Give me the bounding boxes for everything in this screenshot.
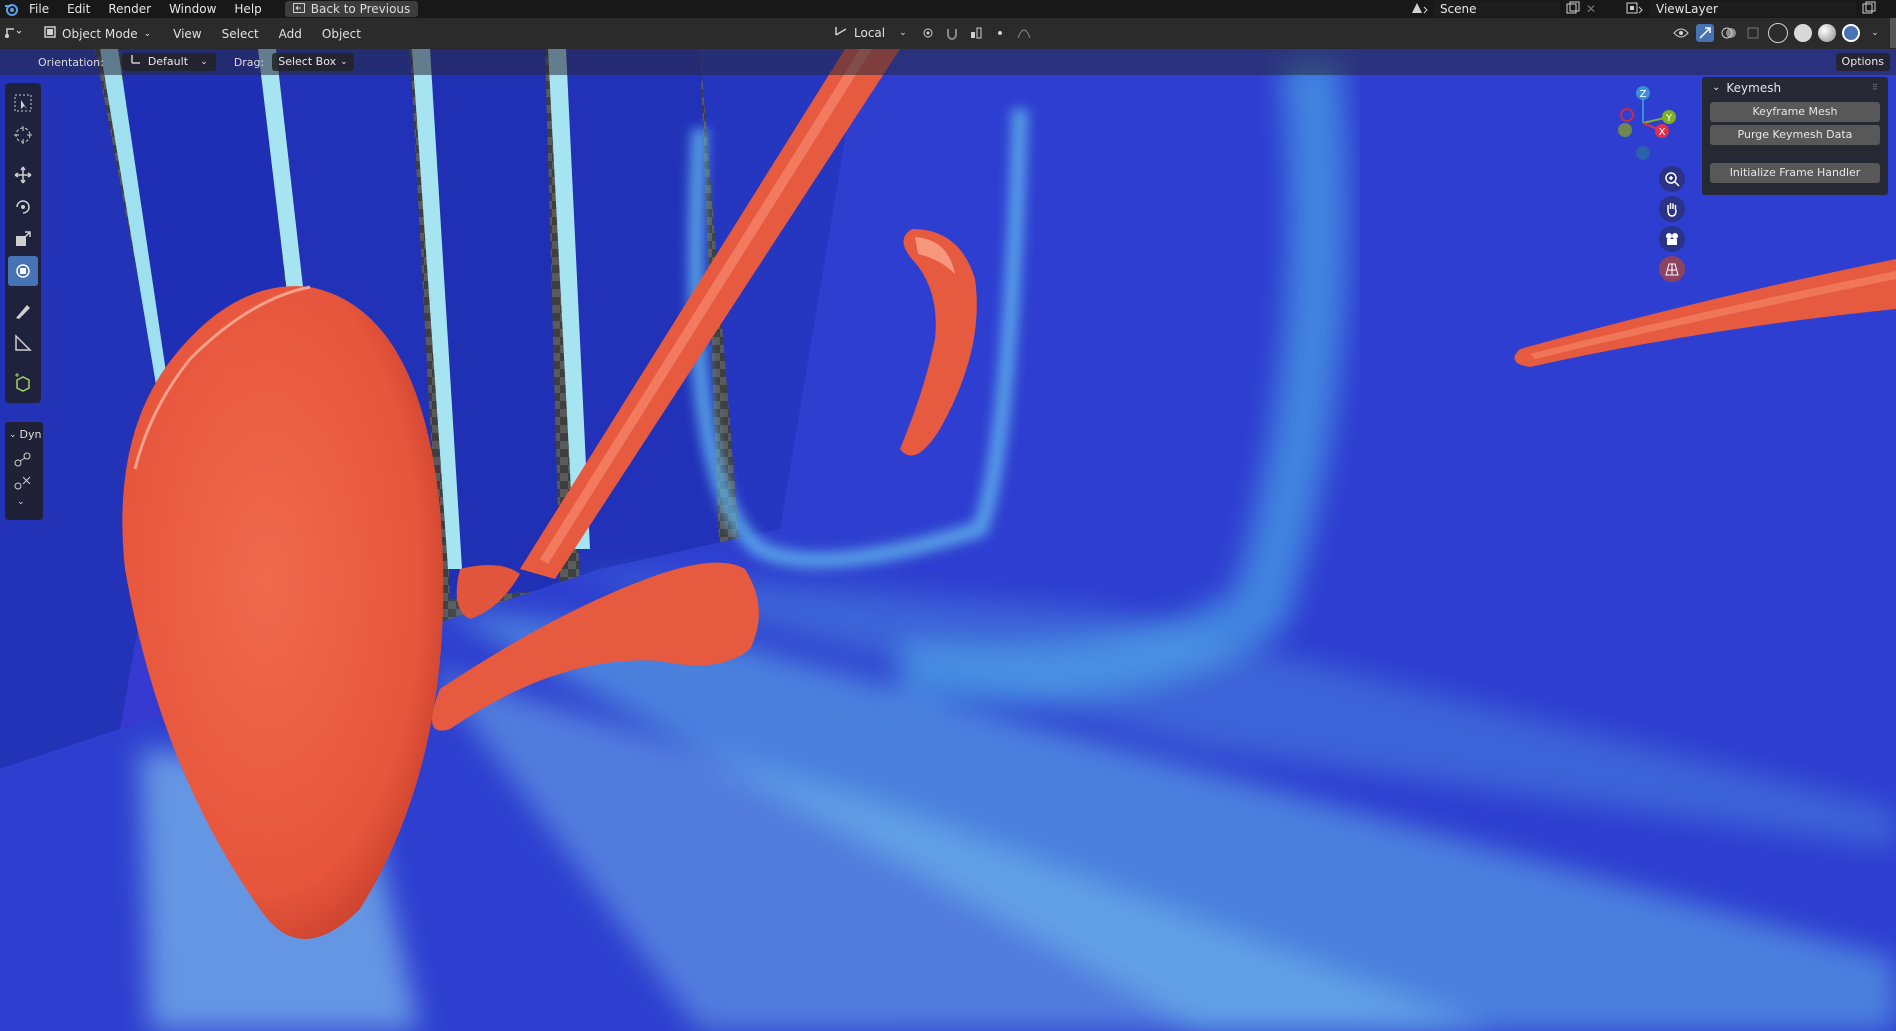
menu-object[interactable]: Object xyxy=(312,23,371,45)
menu-render[interactable]: Render xyxy=(99,0,160,18)
transform-space-label: Local xyxy=(854,26,886,40)
viewport-display-tools: ⌄ xyxy=(1672,23,1884,43)
chevron-down-icon: ⌄ xyxy=(200,57,208,67)
chevron-down-icon: ⌄ xyxy=(9,429,17,440)
transform-orientation-dropdown[interactable]: Local ⌄ xyxy=(828,23,913,43)
falloff-icon[interactable] xyxy=(1015,24,1033,42)
transform-tools: Local ⌄ xyxy=(828,23,1033,43)
local-axes-icon xyxy=(834,23,848,43)
move-tool[interactable] xyxy=(8,160,38,190)
keymesh-panel-header[interactable]: ⌄ Keymesh xyxy=(1702,77,1888,99)
menu-select[interactable]: Select xyxy=(212,23,269,45)
new-view-layer-icon[interactable] xyxy=(1862,1,1876,18)
select-box-tool[interactable] xyxy=(8,88,38,118)
view-layer-selector: ViewLayer xyxy=(1626,0,1876,18)
drag-value: Select Box xyxy=(278,55,337,68)
menu-add[interactable]: Add xyxy=(269,23,312,45)
object-mode-label: Object Mode xyxy=(62,26,138,41)
gizmo-z-label: Z xyxy=(1640,89,1647,100)
scene-name-field[interactable]: Scene xyxy=(1433,1,1560,17)
scene-selector: Scene ✕ xyxy=(1410,0,1596,18)
wireframe-shading-icon[interactable] xyxy=(1768,23,1788,43)
navigation-gizmo[interactable]: Z Y X xyxy=(1605,85,1681,161)
orientation-value: Default xyxy=(147,55,189,68)
pivot-point-icon[interactable] xyxy=(919,24,937,42)
material-shading-icon[interactable] xyxy=(1818,24,1836,42)
menu-edit[interactable]: Edit xyxy=(58,0,99,18)
zoom-icon[interactable] xyxy=(1659,166,1685,192)
keyframe-mesh-button[interactable]: Keyframe Mesh xyxy=(1710,102,1880,122)
keymesh-panel: ⌄ Keymesh ⠿ Keyframe Mesh Purge Keymesh … xyxy=(1702,77,1888,195)
dyn-tool-remove[interactable] xyxy=(13,474,43,495)
tool-settings-header: Orientation: Default ⌄ Drag: Select Box … xyxy=(0,49,1896,75)
shading-options-icon[interactable]: ⌄ xyxy=(1866,24,1884,42)
delete-scene-icon[interactable]: ✕ xyxy=(1586,2,1596,16)
snap-target-icon[interactable] xyxy=(967,24,985,42)
solid-shading-icon[interactable] xyxy=(1794,24,1812,42)
view-layer-icon[interactable] xyxy=(1626,1,1644,18)
dyn-tool-add[interactable] xyxy=(13,451,43,472)
orientation-axes-icon xyxy=(130,53,142,71)
purge-keymesh-data-button[interactable]: Purge Keymesh Data xyxy=(1710,125,1880,145)
new-scene-icon[interactable] xyxy=(1566,1,1580,18)
chevron-down-icon[interactable]: ⌄ xyxy=(17,497,43,507)
perspective-toggle-icon[interactable] xyxy=(1659,256,1685,282)
menu-help[interactable]: Help xyxy=(225,0,270,18)
object-mode-icon xyxy=(44,24,56,44)
transform-tool[interactable] xyxy=(8,256,38,286)
dyntopo-panel: ⌄ Dyn ⌄ xyxy=(5,422,43,520)
proportional-editing-icon[interactable] xyxy=(991,24,1009,42)
rendered-shading-icon[interactable] xyxy=(1842,24,1860,42)
drag-label: Drag: xyxy=(233,55,265,69)
visibility-icon[interactable] xyxy=(1672,24,1690,42)
editor-type-icon xyxy=(4,25,22,42)
sidebar-tab[interactable] xyxy=(1890,18,1896,48)
tool-shelf xyxy=(5,83,41,403)
back-to-previous-label: Back to Previous xyxy=(310,2,411,16)
gizmo-toggle-icon[interactable] xyxy=(1696,24,1714,42)
keymesh-panel-title: Keymesh xyxy=(1726,81,1782,95)
chevron-down-icon: ⌄ xyxy=(143,28,152,39)
object-mode-dropdown[interactable]: Object Mode ⌄ xyxy=(38,23,158,44)
xray-icon[interactable] xyxy=(1744,24,1762,42)
panel-grip-icon[interactable]: ⠿ xyxy=(1872,83,1882,92)
rotate-tool[interactable] xyxy=(8,192,38,222)
chevron-down-icon: ⌄ xyxy=(1712,82,1721,93)
top-menu-bar: File Edit Render Window Help Back to Pre… xyxy=(0,0,1896,18)
scale-tool[interactable] xyxy=(8,224,38,254)
camera-view-icon[interactable] xyxy=(1659,226,1685,252)
editor-type-dropdown[interactable] xyxy=(4,25,22,42)
dyn-panel-title: Dyn xyxy=(19,428,42,441)
chevron-down-icon: ⌄ xyxy=(340,57,348,67)
options-button[interactable]: Options xyxy=(1835,53,1890,71)
gizmo-x-label: X xyxy=(1659,127,1666,138)
scene-icon[interactable] xyxy=(1410,1,1428,18)
menu-file[interactable]: File xyxy=(20,0,58,18)
annotate-tool[interactable] xyxy=(8,296,38,326)
view-layer-name-field[interactable]: ViewLayer xyxy=(1650,1,1856,17)
cursor-tool[interactable] xyxy=(8,120,38,150)
gizmo-y-label: Y xyxy=(1665,113,1673,124)
drag-dropdown[interactable]: Select Box ⌄ xyxy=(272,53,354,71)
initialize-frame-handler-button[interactable]: Initialize Frame Handler xyxy=(1710,163,1880,183)
snap-icon[interactable] xyxy=(943,24,961,42)
back-to-previous-button[interactable]: Back to Previous xyxy=(284,1,419,17)
measure-tool[interactable] xyxy=(8,328,38,358)
add-cube-tool[interactable] xyxy=(8,368,38,398)
dyn-panel-header[interactable]: ⌄ Dyn xyxy=(5,422,43,441)
overlays-icon[interactable] xyxy=(1720,24,1738,42)
3d-viewport[interactable] xyxy=(0,49,1896,1031)
back-icon xyxy=(292,1,305,17)
viewport-scene-render xyxy=(0,49,1896,1031)
orientation-label: Orientation: xyxy=(38,55,104,69)
orientation-dropdown[interactable]: Default ⌄ xyxy=(121,53,216,71)
menu-view[interactable]: View xyxy=(163,23,211,45)
pan-hand-icon[interactable] xyxy=(1659,196,1685,222)
viewport-header: Object Mode ⌄ View Select Add Object Loc… xyxy=(0,18,1896,49)
blender-logo-icon[interactable] xyxy=(2,0,20,18)
chevron-down-icon: ⌄ xyxy=(899,28,907,38)
menu-window[interactable]: Window xyxy=(160,0,225,18)
